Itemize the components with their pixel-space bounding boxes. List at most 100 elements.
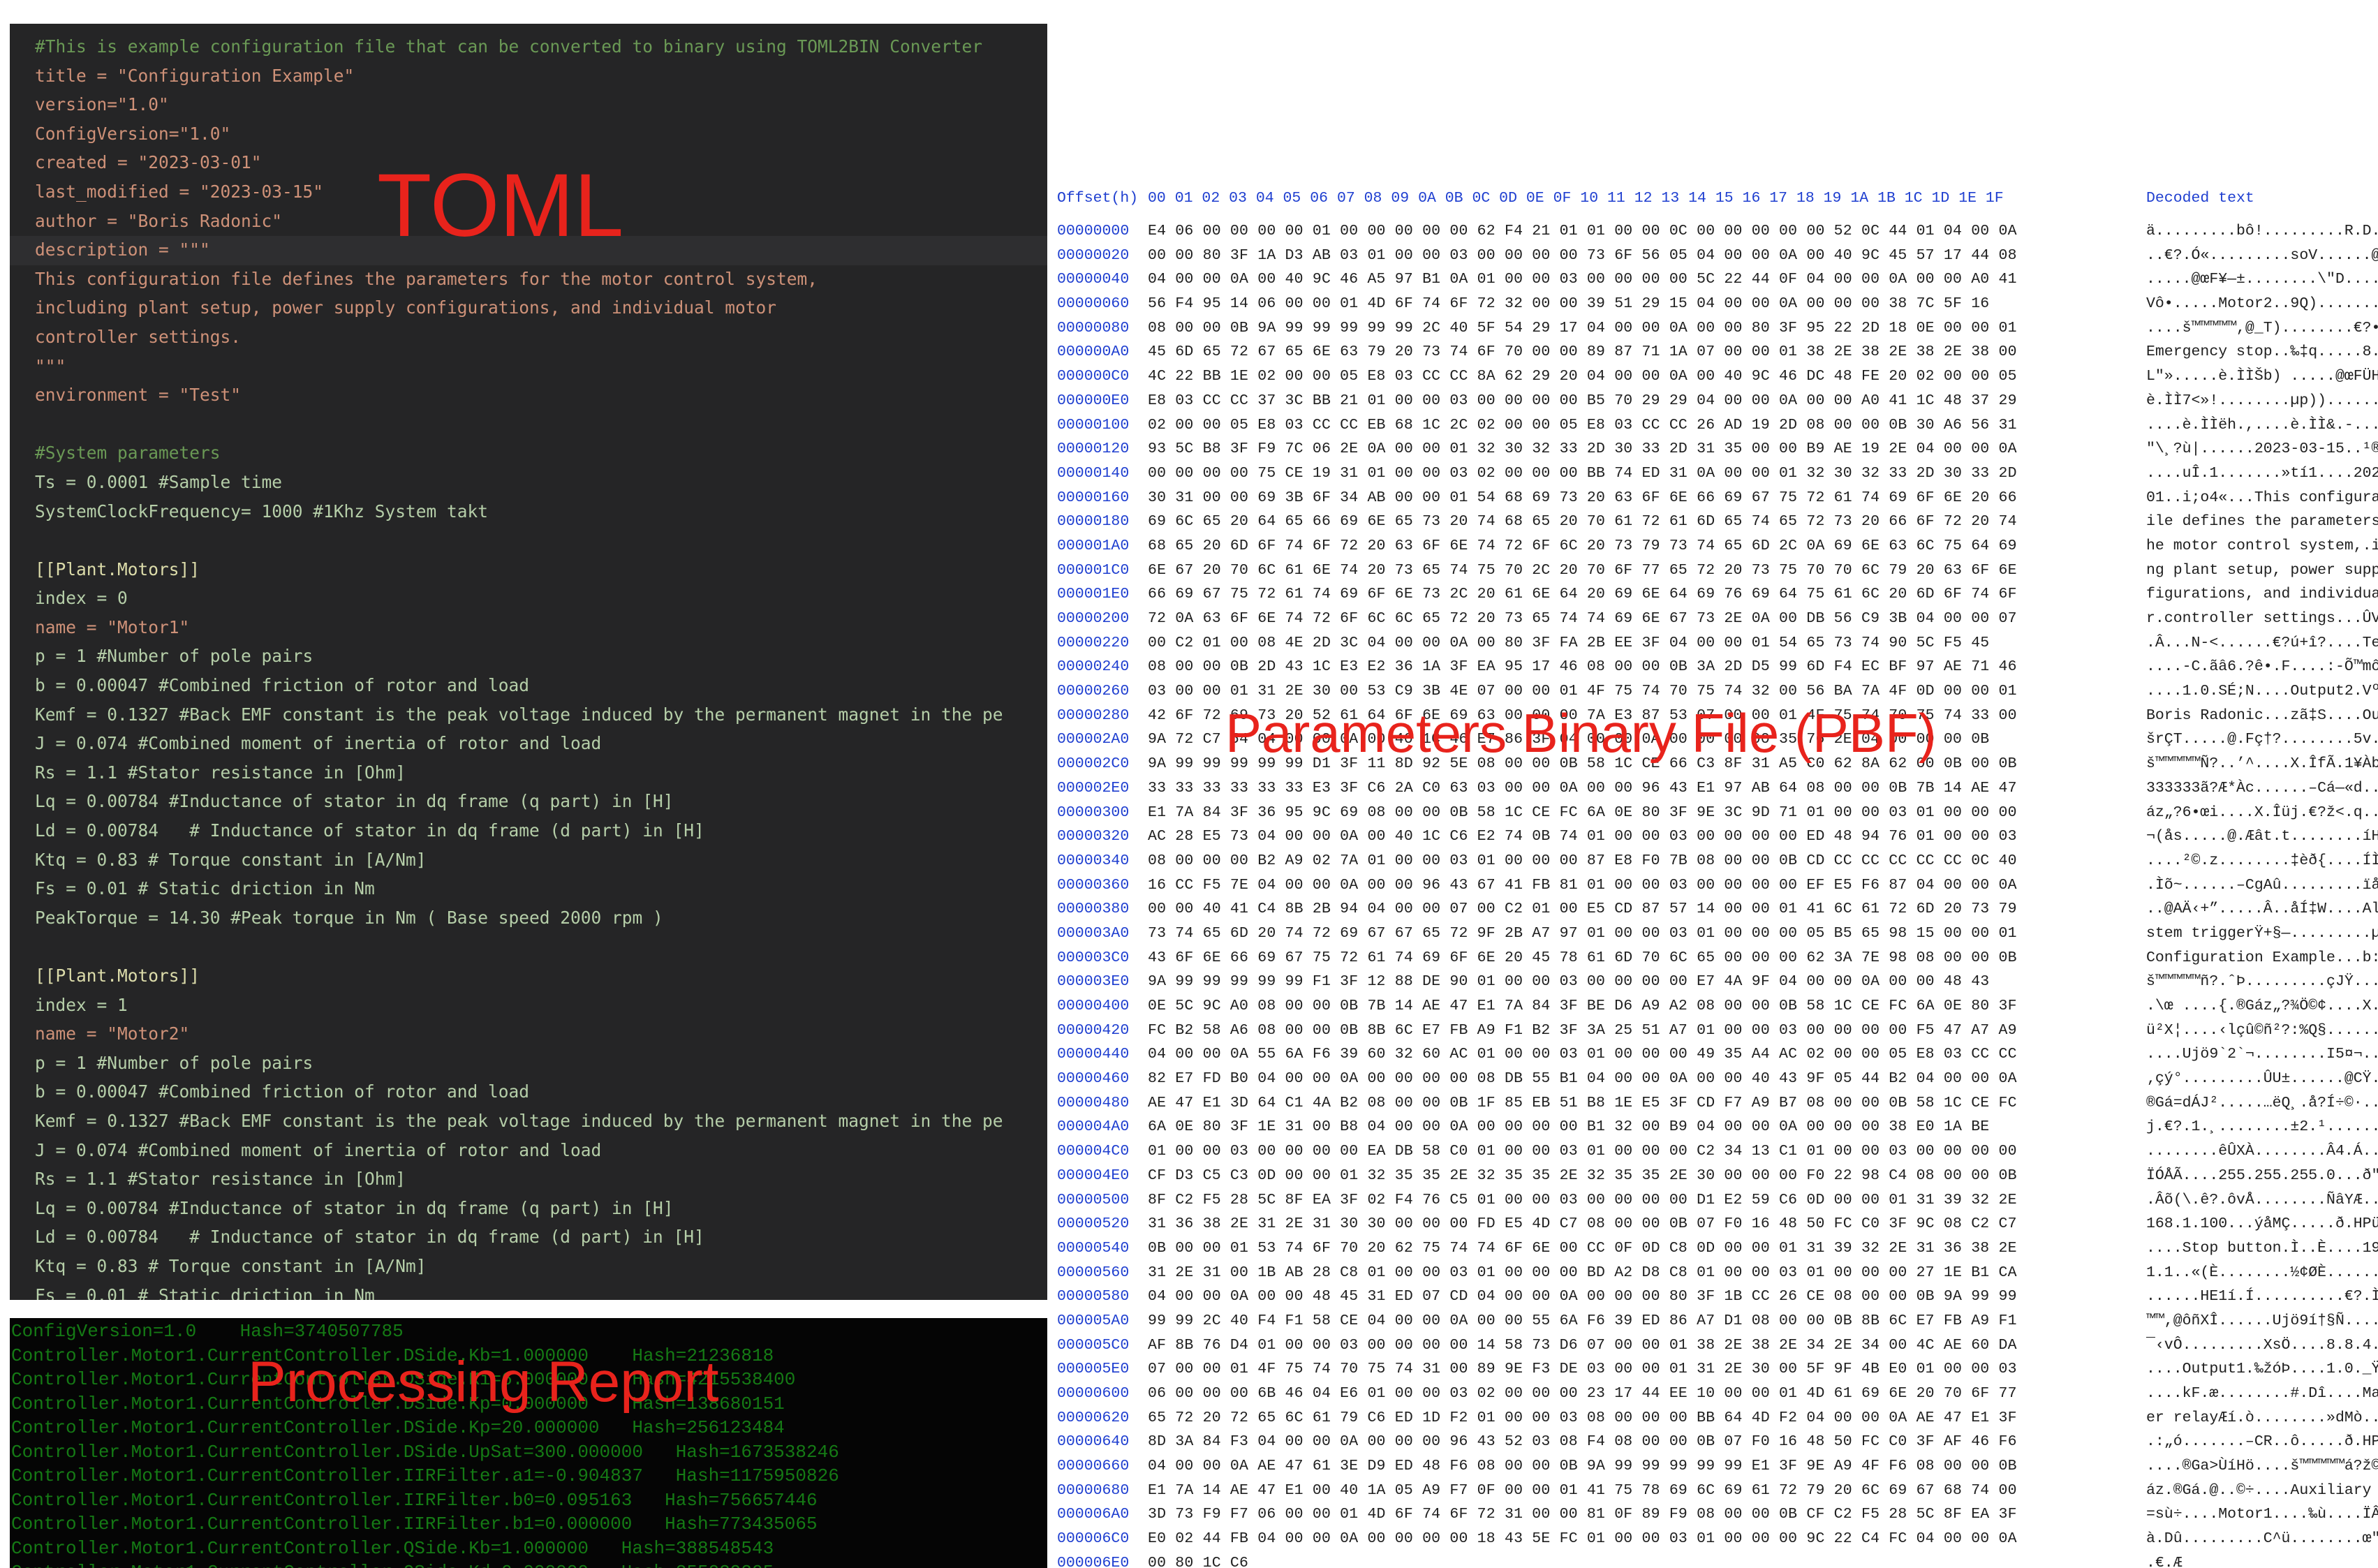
hex-row[interactable]: 00000600 06 00 00 00 6B 46 04 E6 01 00 00… xyxy=(1057,1382,2378,1406)
hex-bytes[interactable]: E8 03 CC CC 37 3C BB 21 01 00 00 03 00 0… xyxy=(1148,389,2146,413)
hex-bytes[interactable]: 66 69 67 75 72 61 74 69 6F 6E 73 2C 20 6… xyxy=(1148,582,2146,607)
hex-bytes[interactable]: 04 00 00 0A 00 40 9C 46 A5 97 B1 0A 01 0… xyxy=(1148,267,2146,292)
hex-bytes[interactable]: FC B2 58 A6 08 00 00 0B 8B 6C E7 FB A9 F… xyxy=(1148,1019,2146,1043)
hex-decoded-text[interactable]: ..@AÄ‹+”.....Â..åÍ‡W....Alarm sy xyxy=(2146,897,2378,922)
hex-row[interactable]: 00000560 31 2E 31 00 1B AB 28 C8 01 00 00… xyxy=(1057,1261,2378,1285)
hex-bytes[interactable]: 02 00 00 05 E8 03 CC CC EB 68 1C 2C 02 0… xyxy=(1148,413,2146,438)
hex-decoded-text[interactable]: er relayÆí.ò........»dMò.....®Gá? xyxy=(2146,1406,2378,1430)
toml-code-line[interactable] xyxy=(35,932,1003,961)
hex-decoded-text[interactable]: š™™™™™ñ?.ˆÞ.........çJŸ......HC xyxy=(2146,970,2378,994)
toml-code-line[interactable]: b = 0.00047 #Combined friction of rotor … xyxy=(35,671,1003,700)
hex-row[interactable]: 000000A0 45 6D 65 72 67 65 6E 63 79 20 73… xyxy=(1057,340,2378,364)
hex-decoded-text[interactable]: ....-C.ãâ6.?ê•.F....:-Õ™môì¿—®qF xyxy=(2146,655,2378,679)
hex-bytes[interactable]: 00 00 00 00 75 CE 19 31 01 00 00 03 02 0… xyxy=(1148,461,2146,486)
hex-row[interactable]: 00000580 04 00 00 0A 00 00 48 45 31 ED 07… xyxy=(1057,1285,2378,1309)
toml-code-line[interactable]: [[Plant.Motors]] xyxy=(35,555,1003,584)
toml-code-line[interactable]: """ xyxy=(35,352,1003,381)
hex-row[interactable]: 000006A0 3D 73 F9 F7 06 00 00 01 4D 6F 74… xyxy=(1057,1502,2378,1527)
hex-row[interactable]: 00000380 00 00 40 41 C4 8B 2B 94 04 00 00… xyxy=(1057,897,2378,922)
hex-decoded-text[interactable]: Configuration Example...b:~˜.... xyxy=(2146,946,2378,970)
hex-row[interactable]: 00000480 AE 47 E1 3D 64 C1 4A B2 08 00 00… xyxy=(1057,1091,2378,1116)
hex-bytes[interactable]: 65 72 20 72 65 6C 61 79 C6 ED 1D F2 01 0… xyxy=(1148,1406,2146,1430)
hex-bytes[interactable]: 43 6F 6E 66 69 67 75 72 61 74 69 6F 6E 2… xyxy=(1148,946,2146,970)
hex-row[interactable]: 00000220 00 C2 01 00 08 4E 2D 3C 04 00 00… xyxy=(1057,631,2378,656)
hex-decoded-text[interactable]: stem triggerŸ+§—.........µe˜.... xyxy=(2146,922,2378,946)
hex-bytes[interactable]: 3D 73 F9 F7 06 00 00 01 4D 6F 74 6F 72 3… xyxy=(1148,1502,2146,1527)
hex-bytes[interactable]: 04 00 00 0A 00 00 48 45 31 ED 07 CD 04 0… xyxy=(1148,1285,2146,1309)
hex-decoded-text[interactable]: he motor control system,.includi xyxy=(2146,534,2378,559)
toml-code-line[interactable]: Ld = 0.00784 # Inductance of stator in d… xyxy=(35,816,1003,845)
hex-row[interactable]: 00000240 08 00 00 0B 2D 43 1C E3 E2 36 1A… xyxy=(1057,655,2378,679)
toml-code-line[interactable]: This configuration file defines the para… xyxy=(35,265,1003,294)
toml-code-line[interactable]: p = 1 #Number of pole pairs xyxy=(35,642,1003,671)
hex-decoded-text[interactable]: ........êÛXÀ........Â4.Á........ xyxy=(2146,1139,2378,1164)
toml-code-line[interactable]: Lq = 0.00784 #Inductance of stator in dq… xyxy=(35,1194,1003,1223)
hex-decoded-text[interactable]: ....Ujö9`2`¬........I5¤¬....è.ÌÌ xyxy=(2146,1042,2378,1067)
hex-row[interactable]: 00000020 00 00 80 3F 1A D3 AB 03 01 00 00… xyxy=(1057,244,2378,268)
toml-code-line[interactable]: SystemClockFrequency= 1000 #1Khz System … xyxy=(35,497,1003,526)
hex-decoded-text[interactable]: Boris Radonic...zã‡S....Output3. xyxy=(2146,704,2378,728)
toml-code-line[interactable] xyxy=(35,410,1003,439)
toml-code-line[interactable]: p = 1 #Number of pole pairs xyxy=(35,1049,1003,1078)
hex-decoded-text[interactable]: .\œ ....{.®Gáz„?¾Ö©¢....X.Îüj.€? xyxy=(2146,994,2378,1019)
toml-code-line[interactable]: Fs = 0.01 # Static driction in Nm xyxy=(35,1281,1003,1300)
hex-decoded-text[interactable]: ....1.0.SÉ;N....Output2.VºzO.... xyxy=(2146,679,2378,704)
toml-code-line[interactable]: index = 0 xyxy=(35,584,1003,613)
hex-row[interactable]: 000005A0 99 99 2C 40 F4 F1 58 CE 04 00 00… xyxy=(1057,1309,2378,1333)
hex-bytes[interactable]: 06 00 00 00 6B 46 04 E6 01 00 00 03 02 0… xyxy=(1148,1382,2146,1406)
hex-decoded-text[interactable]: ile defines the parameters for t xyxy=(2146,510,2378,534)
hex-decoded-text[interactable]: 01..i;o4«...This configuration f xyxy=(2146,486,2378,510)
toml-code-line[interactable]: Ts = 0.0001 #Sample time xyxy=(35,468,1003,497)
toml-code-line[interactable]: #This is example configuration file that… xyxy=(35,32,1003,61)
toml-code-line[interactable]: Fs = 0.01 # Static driction in Nm xyxy=(35,874,1003,903)
hex-decoded-text[interactable]: š™™™™™Ñ?..’^....X.ÎfÃ.1¥ÀbŠb.... xyxy=(2146,752,2378,776)
hex-bytes[interactable]: E0 02 44 FB 04 00 00 0A 00 00 00 00 18 4… xyxy=(1148,1527,2146,1551)
hex-row[interactable]: 00000520 31 36 38 2E 31 2E 31 30 30 00 00… xyxy=(1057,1212,2378,1236)
hex-decoded-text[interactable]: ng plant setup, power supply con xyxy=(2146,559,2378,583)
hex-decoded-text[interactable]: ......HE1í.Í..........€?.Ì&Î....š™™ xyxy=(2146,1285,2378,1309)
hex-row[interactable]: 00000320 AC 28 E5 73 04 00 00 0A 00 40 1C… xyxy=(1057,824,2378,849)
toml-code-line[interactable]: title = "Configuration Example" xyxy=(35,61,1003,91)
toml-code-line[interactable]: Ktq = 0.83 # Torque constant in [A/Nm] xyxy=(35,1252,1003,1281)
hex-decoded-text[interactable]: j.€?.1.¸........±2.¹.......8à.¾ xyxy=(2146,1115,2378,1139)
hex-decoded-text[interactable]: .:„ó.......–CR..ô.....ð.HPüÀ?¯Fö xyxy=(2146,1430,2378,1454)
hex-decoded-text[interactable]: ....uÎ.1.......»tí1....2023-03- xyxy=(2146,461,2378,486)
hex-bytes[interactable]: AF 8B 76 D4 01 00 00 03 00 00 00 00 14 5… xyxy=(1148,1333,2146,1358)
hex-bytes[interactable]: 00 00 80 3F 1A D3 AB 03 01 00 00 03 00 0… xyxy=(1148,244,2146,268)
hex-row[interactable]: 000006C0 E0 02 44 FB 04 00 00 0A 00 00 00… xyxy=(1057,1527,2378,1551)
toml-code-line[interactable]: Kemf = 0.1327 #Back EMF constant is the … xyxy=(35,1107,1003,1136)
hex-row[interactable]: 00000660 04 00 00 0A AE 47 61 3E D9 ED 48… xyxy=(1057,1454,2378,1479)
hex-decoded-text[interactable]: ....Output1.‰žóÞ....1.0._ŸKà.... xyxy=(2146,1357,2378,1382)
hex-decoded-text[interactable]: Emergency stop..‰‡q.....8.8.8.8. xyxy=(2146,340,2378,364)
hex-decoded-text[interactable]: Vô•.....Motor2..9Q)........8|_. xyxy=(2146,292,2378,316)
hex-bytes[interactable]: 82 E7 FD B0 04 00 00 0A 00 00 00 00 08 D… xyxy=(1148,1067,2146,1091)
hex-row[interactable]: 00000300 E1 7A 84 3F 36 95 9C 69 08 00 00… xyxy=(1057,801,2378,825)
hex-decoded-text[interactable]: ..€?.Ó«.........soV......@œEW.D. xyxy=(2146,244,2378,268)
hex-row[interactable]: 00000140 00 00 00 00 75 CE 19 31 01 00 00… xyxy=(1057,461,2378,486)
hex-bytes[interactable]: 00 C2 01 00 08 4E 2D 3C 04 00 00 0A 00 8… xyxy=(1148,631,2146,656)
hex-decoded-text[interactable]: L"».....è.ÌÌŠb) .....@œFÜHþ .... xyxy=(2146,364,2378,389)
toml-code-line[interactable]: Ktq = 0.83 # Torque constant in [A/Nm] xyxy=(35,845,1003,875)
hex-row[interactable]: 000001C0 6E 67 20 70 6C 61 6E 74 20 73 65… xyxy=(1057,559,2378,583)
hex-decoded-text[interactable]: figurations, and individual moto xyxy=(2146,582,2378,607)
hex-bytes[interactable]: 45 6D 65 72 67 65 6E 63 79 20 73 74 6F 7… xyxy=(1148,340,2146,364)
hex-bytes[interactable]: 73 74 65 6D 20 74 72 69 67 67 65 72 9F 2… xyxy=(1148,922,2146,946)
toml-code-line[interactable]: J = 0.074 #Combined moment of inertia of… xyxy=(35,729,1003,758)
hex-row[interactable]: 00000420 FC B2 58 A6 08 00 00 0B 8B 6C E7… xyxy=(1057,1019,2378,1043)
hex-bytes[interactable]: 04 00 00 0A 55 6A F6 39 60 32 60 AC 01 0… xyxy=(1148,1042,2146,1067)
hex-bytes[interactable]: 8F C2 F5 28 5C 8F EA 3F 02 F4 76 C5 01 0… xyxy=(1148,1188,2146,1213)
hex-decoded-text[interactable]: "\¸?ù|......2023-03-15..¹®...... xyxy=(2146,437,2378,461)
toml-code-line[interactable]: index = 1 xyxy=(35,991,1003,1020)
hex-bytes[interactable]: 99 99 2C 40 F4 F1 58 CE 04 00 00 0A 00 0… xyxy=(1148,1309,2146,1333)
hex-decoded-text[interactable]: 333333ã?Æ*Àc......–Cá—«d....{.®G xyxy=(2146,776,2378,801)
hex-row[interactable]: 00000640 8D 3A 84 F3 04 00 00 0A 00 00 00… xyxy=(1057,1430,2378,1454)
hex-bytes[interactable]: 6A 0E 80 3F 1E 31 00 B8 04 00 00 0A 00 0… xyxy=(1148,1115,2146,1139)
hex-decoded-text[interactable]: r.controller settings...ÛVÉ;.... xyxy=(2146,607,2378,631)
hex-decoded-text[interactable]: ÏÓÅÃ....255.255.255.0...ð"˜Ä.... xyxy=(2146,1164,2378,1188)
hex-bytes[interactable]: 56 F4 95 14 06 00 00 01 4D 6F 74 6F 72 3… xyxy=(1148,292,2146,316)
hex-bytes[interactable]: 0E 5C 9C A0 08 00 00 0B 7B 14 AE 47 E1 7… xyxy=(1148,994,2146,1019)
hex-row[interactable]: 00000360 16 CC F5 7E 04 00 00 0A 00 00 96… xyxy=(1057,873,2378,898)
toml-code-line[interactable]: b = 0.00047 #Combined friction of rotor … xyxy=(35,1077,1003,1107)
hex-decoded-text[interactable]: .....@œF¥—±........\"D.......A xyxy=(2146,267,2378,292)
hex-bytes[interactable]: E1 7A 14 AE 47 E1 00 40 1A 05 A9 F7 0F 0… xyxy=(1148,1479,2146,1503)
